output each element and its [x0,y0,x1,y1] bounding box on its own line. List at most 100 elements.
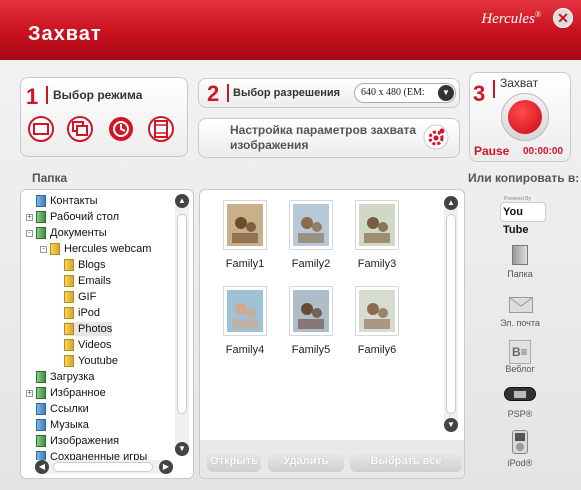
photo-grid: Family1 Family2 Family3 Family4 Family5 Famil… [200,190,440,440]
tree-item-label: Документы [50,227,107,239]
share-email-label[interactable]: Эл. почта [490,318,550,328]
tree-item[interactable]: Videos [64,338,111,352]
photo-thumbnail[interactable] [223,286,267,336]
tree-item-label: GIF [78,291,97,303]
photo-thumbnail[interactable] [223,200,267,250]
scroll-up-icon[interactable]: ▲ [444,196,458,210]
collapse-icon[interactable]: - [26,230,33,237]
close-icon[interactable]: ✕ [553,8,573,28]
folder-icon [36,371,46,383]
tree-item-label: Ссылки [50,403,89,415]
share-ipod-label[interactable]: iPod® [490,458,550,468]
tree-item[interactable]: Документы [36,226,107,240]
photo-thumbnail[interactable] [289,286,333,336]
photo-panel: Family1 Family2 Family3 Family4 Family5 Famil… [199,189,465,479]
tree-item[interactable]: Сохраненные игры [36,450,147,460]
gear-icon[interactable] [423,124,449,150]
tree-item-label: Загрузка [50,371,95,383]
collapse-icon[interactable]: - [40,246,47,253]
scroll-down-icon[interactable]: ▼ [175,442,189,456]
chevron-down-icon[interactable]: ▼ [438,85,454,101]
expand-icon[interactable]: + [26,390,33,397]
folder-icon [64,291,74,303]
scroll-right-icon[interactable]: ▶ [159,460,173,474]
brand-logo: Hercules® [481,10,541,27]
tree-item[interactable]: iPod [64,306,100,320]
photo-thumbnail[interactable] [355,286,399,336]
scroll-up-icon[interactable]: ▲ [175,194,189,208]
tree-item[interactable]: Избранное [36,386,106,400]
folder-icon[interactable] [512,245,528,265]
delete-button[interactable]: Удалить [268,450,344,472]
folder-icon [50,243,60,255]
tree-item[interactable]: Загрузка [36,370,94,384]
tree-item[interactable]: Photos [64,322,113,336]
folder-icon [36,195,46,207]
folder-icon [64,259,74,271]
tree-horizontal-scrollbar[interactable]: ◀ ▶ [35,460,173,474]
tree-item[interactable]: Рабочий стол [36,210,119,224]
folder-icon [36,387,46,399]
ipod-icon[interactable] [512,430,528,454]
photo-image [227,290,263,332]
share-blog-label[interactable]: Веблог [490,364,550,374]
capture-window: Захват Hercules® ✕ 1 Выбор режима 2 Выбо… [0,0,581,490]
resolution-select[interactable]: 640 x 480 (EM: ▼ [354,83,456,103]
tree-item[interactable]: Emails [64,274,111,288]
tree-item-label: Photos [78,323,113,335]
scroll-thumb[interactable] [177,214,187,414]
record-button[interactable] [501,93,549,141]
multi-frame-icon[interactable] [67,116,93,142]
tree-item-label: Videos [78,339,112,351]
tree-item[interactable]: Youtube [64,354,118,368]
tree-vertical-scrollbar[interactable]: ▲ ▼ [175,194,189,456]
photo-thumbnail[interactable] [355,200,399,250]
title-bar: Захват Hercules® ✕ [0,0,581,60]
divider [46,86,48,104]
divider [227,84,229,102]
scroll-thumb[interactable] [446,214,456,414]
folder-icon [64,339,74,351]
folder-tree: Контакты Рабочий стол + Документы - Hercules … [26,190,176,460]
photo-image [227,204,263,246]
folder-icon [36,211,46,223]
select-all-button[interactable]: Выбрать все [350,450,462,472]
folder-icon [64,355,74,367]
tree-item[interactable]: GIF [64,290,96,304]
copy-to-heading: Или копировать в: [468,171,580,185]
tree-item[interactable]: Музыка [36,418,89,432]
photo-thumbnail[interactable] [289,200,333,250]
photo-label: Family3 [357,258,397,270]
share-psp-label[interactable]: PSP® [490,409,550,419]
open-button[interactable]: Открыть [207,450,261,472]
photo-vertical-scrollbar[interactable]: ▲ ▼ [444,196,458,432]
scroll-down-icon[interactable]: ▼ [444,418,458,432]
tree-item[interactable]: Изображения [36,434,119,448]
tree-item-label: Музыка [50,419,89,431]
scroll-left-icon[interactable]: ◀ [35,460,49,474]
video-icon[interactable] [148,116,174,142]
single-frame-icon[interactable] [28,116,54,142]
photo-image [293,204,329,246]
expand-icon[interactable]: + [26,214,33,221]
resolution-value: 640 x 480 (EM: [361,87,425,98]
tree-item[interactable]: Hercules webcam [50,242,151,256]
pause-button[interactable]: Pause [474,144,509,158]
folder-icon [64,307,74,319]
step-number-2: 2 [207,81,220,106]
tree-item-label: Изображения [50,435,120,447]
youtube-icon: You Tube [500,202,546,236]
tree-item[interactable]: Ссылки [36,402,89,416]
psp-icon[interactable] [504,387,536,401]
share-folder-label[interactable]: Папка [490,269,550,279]
youtube-button[interactable]: Powered By You Tube [500,196,546,236]
mail-icon[interactable] [509,297,533,313]
timer-icon[interactable] [108,116,134,142]
tree-item-label: iPod [78,307,101,319]
blog-icon[interactable]: B≡ [509,340,531,364]
scroll-thumb[interactable] [53,462,153,472]
photo-image [359,290,395,332]
folder-heading: Папка [32,171,68,185]
tree-item[interactable]: Blogs [64,258,106,272]
tree-item[interactable]: Контакты [36,194,98,208]
